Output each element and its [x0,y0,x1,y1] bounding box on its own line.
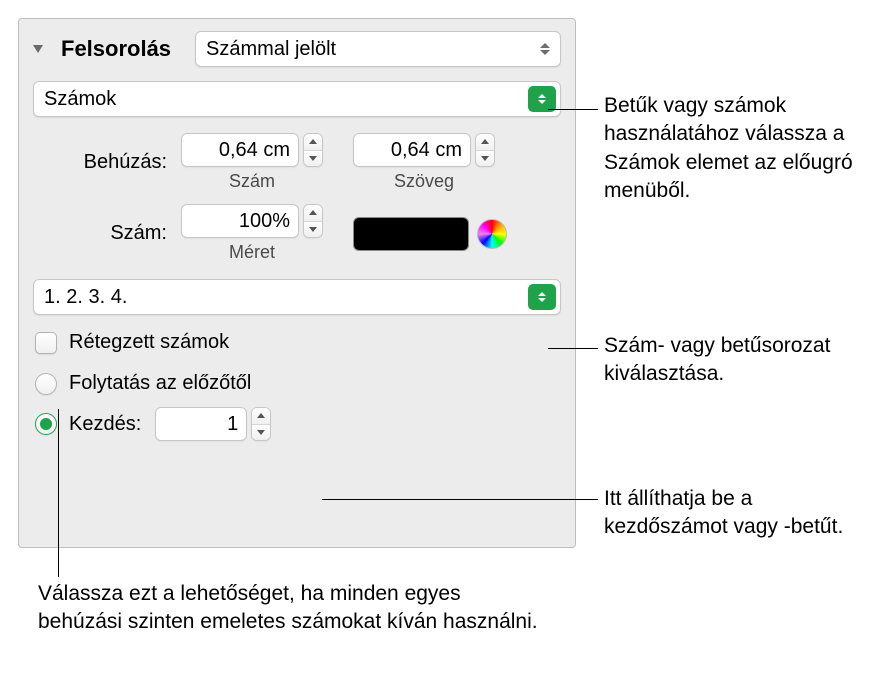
continue-label: Folytatás az előzőtől [69,372,251,395]
continue-radio[interactable] [35,373,57,395]
bullets-numbering-panel: Felsorolás Számmal jelölt Számok Behúzás… [18,18,576,548]
start-from-radio[interactable] [35,413,57,435]
callout-numbering: Szám- vagy betűsorozat kiválasztása. [604,332,862,389]
size-label: Szám: [33,222,175,245]
start-value-stepper[interactable]: 1 [155,407,271,441]
indent-text-stepper-buttons[interactable] [475,133,495,167]
callout-leader [548,109,598,110]
indent-text-stepper[interactable]: 0,64 cm [353,133,495,167]
callout-start: Itt állíthatja be a kezdőszámot vagy -be… [604,485,862,542]
indent-number-stepper[interactable]: 0,64 cm [181,133,323,167]
indent-text-caption: Szöveg [353,171,495,192]
size-caption: Méret [181,242,323,263]
start-value-field[interactable]: 1 [155,407,247,441]
disclosure-triangle-icon[interactable] [33,45,43,53]
indent-number-caption: Szám [181,171,323,192]
indent-text-field[interactable]: 0,64 cm [353,133,471,167]
color-wheel-icon[interactable] [477,219,507,249]
indent-number-stepper-buttons[interactable] [303,133,323,167]
callout-leader [58,409,59,577]
number-format-select[interactable]: Számok [33,81,561,117]
size-stepper[interactable]: 100% [181,204,323,238]
tiered-numbers-label: Rétegzett számok [69,331,229,354]
chevron-updown-icon [540,43,550,55]
numbering-style-select[interactable]: 1. 2. 3. 4. [33,279,561,315]
color-swatch[interactable] [353,217,469,251]
list-type-value: Számmal jelölt [206,38,336,61]
size-field[interactable]: 100% [181,204,299,238]
start-value-stepper-buttons[interactable] [251,407,271,441]
list-type-select[interactable]: Számmal jelölt [195,31,561,67]
numbering-style-value: 1. 2. 3. 4. [44,286,127,309]
indent-label: Behúzás: [33,151,175,174]
size-stepper-buttons[interactable] [303,204,323,238]
callout-leader [322,499,598,500]
callout-leader [548,348,598,349]
popup-arrows-icon [528,284,556,310]
start-label: Kezdés: [69,413,141,436]
callout-tiered: Válassza ezt a lehetőséget, ha minden eg… [38,580,538,637]
number-format-value: Számok [44,88,116,111]
tiered-numbers-checkbox[interactable] [35,332,57,354]
section-title: Felsorolás [61,36,171,62]
callout-format: Betűk vagy számok használatához válassza… [604,92,862,205]
indent-number-field[interactable]: 0,64 cm [181,133,299,167]
